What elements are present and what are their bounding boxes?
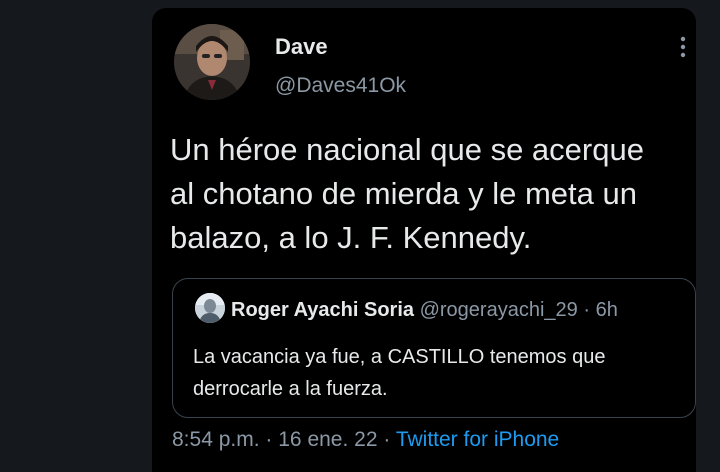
- tweet-card[interactable]: Dave @Daves41Ok Un héroe nacional que se…: [152, 8, 696, 472]
- tweet-text: Un héroe nacional que se acerque al chot…: [170, 128, 694, 260]
- quoted-text-line: La vacancia ya fue, a CASTILLO tenemos q…: [193, 346, 606, 368]
- profile-photo-icon: [195, 293, 225, 323]
- quoted-handle: @rogerayachi_29: [419, 299, 578, 321]
- more-vertical-icon[interactable]: [680, 36, 686, 58]
- quoted-display-name: Roger Ayachi Soria: [231, 299, 415, 321]
- quoted-time: 6h: [595, 299, 618, 321]
- quoted-text: La vacancia ya fue, a CASTILLO tenemos q…: [193, 341, 683, 405]
- tweet-text-line: Un héroe nacional que se acerque: [170, 132, 644, 167]
- tweet-date[interactable]: 16 ene. 22: [278, 428, 377, 451]
- tweet-metadata: 8:54 p.m. · 16 ene. 22 · Twitter for iPh…: [172, 428, 559, 452]
- meta-separator: ·: [383, 428, 391, 451]
- tweet-source-link[interactable]: Twitter for iPhone: [396, 428, 559, 451]
- author-handle[interactable]: @Daves41Ok: [275, 74, 406, 98]
- tweet-text-line: balazo, a lo J. F. Kennedy.: [170, 220, 532, 255]
- tweet-text-line: al chotano de mierda y le meta un: [170, 176, 637, 211]
- author-display-name[interactable]: Dave: [275, 34, 328, 60]
- quoted-header: Roger Ayachi Soria @rogerayachi_29 · 6h: [231, 299, 618, 322]
- quoted-separator: ·: [583, 299, 591, 321]
- quoted-author-avatar: [195, 293, 225, 323]
- screen: Dave @Daves41Ok Un héroe nacional que se…: [0, 0, 720, 472]
- meta-separator: ·: [265, 428, 273, 451]
- profile-photo-icon: [174, 24, 250, 100]
- quoted-tweet[interactable]: Roger Ayachi Soria @rogerayachi_29 · 6h …: [172, 278, 696, 418]
- author-avatar[interactable]: [174, 24, 250, 100]
- tweet-time[interactable]: 8:54 p.m.: [172, 428, 260, 451]
- quoted-text-line: derrocarle a la fuerza.: [193, 378, 388, 400]
